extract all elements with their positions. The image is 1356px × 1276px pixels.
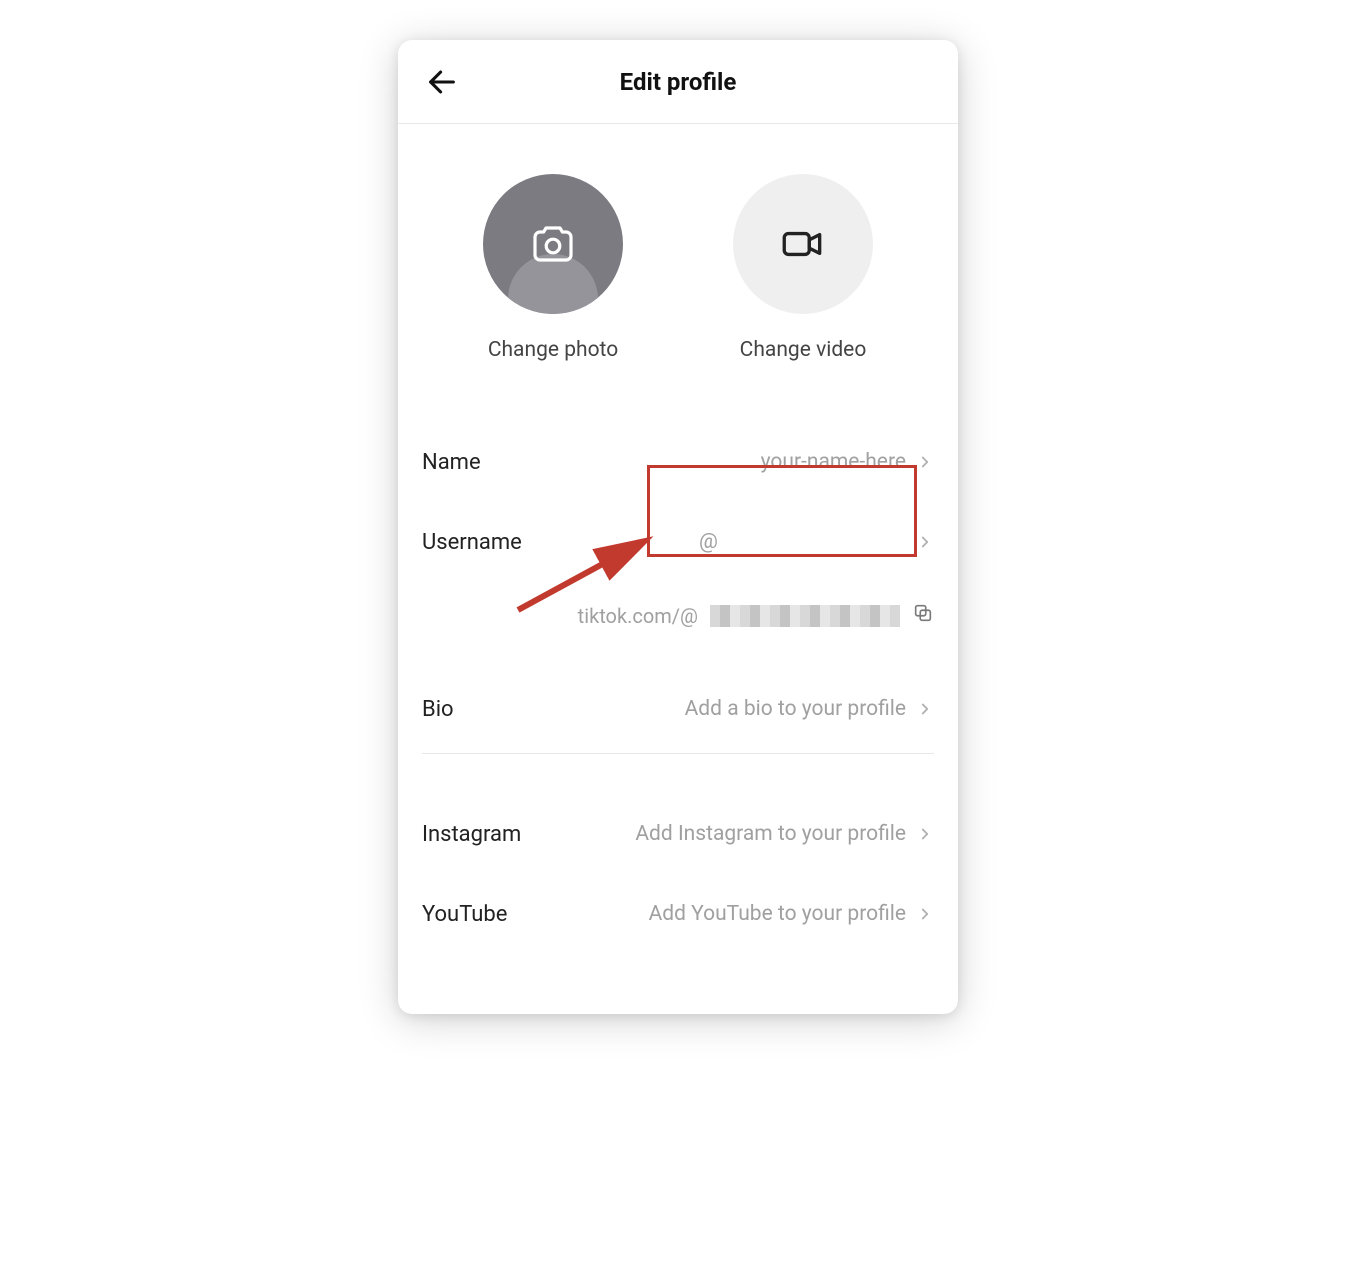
- chevron-right-icon: [916, 825, 934, 843]
- profile-photo-avatar: [483, 174, 623, 314]
- copy-icon: [912, 602, 934, 624]
- instagram-row[interactable]: Instagram Add Instagram to your profile: [422, 794, 934, 874]
- change-photo-button[interactable]: Change photo: [483, 174, 623, 362]
- profile-url-obscured: [710, 605, 900, 627]
- youtube-row[interactable]: YouTube Add YouTube to your profile: [422, 874, 934, 954]
- media-row: Change photo Change video: [398, 124, 958, 382]
- username-text: @: [699, 530, 718, 554]
- page-title: Edit profile: [620, 68, 737, 96]
- chevron-right-icon: [916, 453, 934, 471]
- video-icon: [778, 219, 828, 269]
- divider: [422, 753, 934, 754]
- username-row[interactable]: Username @: [422, 502, 934, 582]
- youtube-value: Add YouTube to your profile: [649, 902, 934, 926]
- bio-placeholder: Add a bio to your profile: [685, 697, 906, 721]
- username-value: @: [699, 530, 934, 554]
- bio-value: Add a bio to your profile: [685, 697, 934, 721]
- chevron-right-icon: [916, 533, 934, 551]
- chevron-right-icon: [916, 905, 934, 923]
- name-label: Name: [422, 450, 481, 475]
- back-arrow-icon: [425, 65, 459, 99]
- fields-section: Name your-name-here Username @: [398, 382, 958, 1014]
- profile-url-row: tiktok.com/@: [422, 582, 934, 659]
- change-video-label: Change video: [740, 338, 867, 362]
- name-text: your-name-here: [761, 450, 906, 474]
- name-value: your-name-here: [761, 450, 934, 474]
- chevron-right-icon: [916, 700, 934, 718]
- header-bar: Edit profile: [398, 40, 958, 124]
- youtube-placeholder: Add YouTube to your profile: [649, 902, 906, 926]
- instagram-value: Add Instagram to your profile: [635, 822, 934, 846]
- name-row[interactable]: Name your-name-here: [422, 422, 934, 502]
- instagram-placeholder: Add Instagram to your profile: [635, 822, 906, 846]
- profile-video-avatar: [733, 174, 873, 314]
- username-label: Username: [422, 530, 522, 555]
- change-video-button[interactable]: Change video: [733, 174, 873, 362]
- profile-url-prefix: tiktok.com/@: [578, 604, 698, 628]
- edit-profile-screen: Edit profile Change photo Change video: [398, 40, 958, 1014]
- change-photo-label: Change photo: [488, 338, 618, 362]
- bio-label: Bio: [422, 697, 454, 722]
- bio-row[interactable]: Bio Add a bio to your profile: [422, 669, 934, 749]
- copy-url-button[interactable]: [912, 602, 934, 629]
- back-button[interactable]: [422, 62, 462, 102]
- youtube-label: YouTube: [422, 902, 507, 927]
- camera-icon: [529, 220, 577, 268]
- instagram-label: Instagram: [422, 822, 521, 847]
